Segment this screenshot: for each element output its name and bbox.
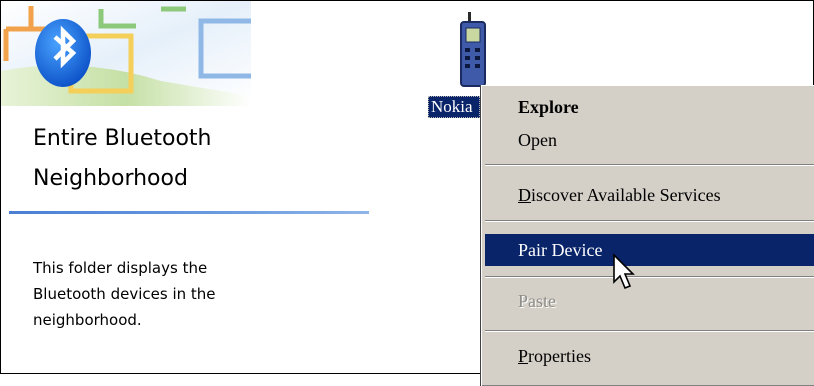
menu-separator (485, 330, 814, 332)
description-line: neighborhood. (33, 311, 142, 329)
title-line: Neighborhood (33, 166, 188, 191)
title-line: Entire Bluetooth (33, 126, 212, 151)
menu-item-properties[interactable]: Properties (485, 340, 814, 372)
menu-item-label: Pair Device (518, 240, 603, 260)
menu-item-label: Open (518, 130, 557, 150)
menu-item-label: Properties (518, 340, 591, 372)
device-label[interactable]: Nokia (428, 96, 480, 118)
arrow-cursor-icon (613, 253, 635, 290)
menu-item-pair-device[interactable]: Pair Device (485, 234, 814, 266)
task-pane: Entire Bluetooth Neighborhood This folde… (1, 1, 369, 373)
menu-item-text: roperties (528, 346, 591, 366)
menu-item-label: Explore (518, 97, 579, 117)
menu-separator (485, 220, 814, 222)
accelerator-key: P (518, 346, 529, 366)
page-title: Entire Bluetooth Neighborhood (33, 119, 353, 199)
menu-separator (485, 164, 814, 166)
folder-description: This folder displays the Bluetooth devic… (33, 255, 333, 333)
accelerator-key: D (518, 185, 531, 205)
menu-item-discover-services[interactable]: Discover Available Services (485, 179, 814, 211)
mobile-phone-icon[interactable] (458, 12, 488, 88)
menu-item-paste: Paste (485, 285, 814, 317)
context-menu: Explore Open Discover Available Services… (481, 85, 814, 386)
menu-separator (485, 276, 814, 278)
bluetooth-header-graphic (1, 1, 251, 106)
description-line: This folder displays the (33, 259, 208, 277)
menu-item-text: iscover Available Services (531, 185, 721, 205)
menu-item-open[interactable]: Open (485, 124, 814, 156)
description-line: Bluetooth devices in the (33, 285, 216, 303)
menu-item-label: Discover Available Services (518, 179, 721, 211)
menu-item-label: Paste (518, 291, 556, 311)
menu-item-explore[interactable]: Explore (485, 91, 814, 123)
divider (9, 211, 369, 214)
